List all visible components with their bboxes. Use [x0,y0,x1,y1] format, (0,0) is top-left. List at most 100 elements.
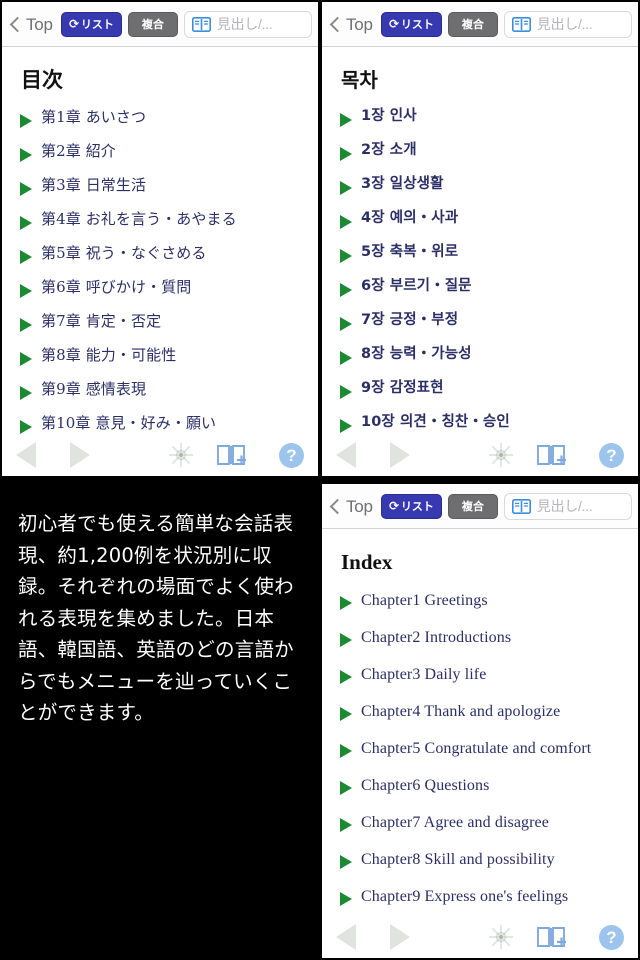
triangle-right-icon [20,318,32,333]
triangle-right-icon [340,707,352,722]
list-item[interactable]: 2장 소개 [322,141,638,175]
list-item-label: 4장 예의・사과 [361,210,459,226]
content-kr: 목차 1장 인사 2장 소개 3장 일상생활 4장 예의・사과 5장 축복・위로… [322,47,638,476]
top-toolbar-jp: Top ⟲ リスト 複合 見出し/... [2,2,318,47]
back-button[interactable]: Top [328,16,375,33]
list-item[interactable]: Chapter8 Skill and possibility [322,849,638,886]
list-item[interactable]: 6장 부르기・질문 [322,277,638,311]
multi-button[interactable]: 複合 [447,493,498,519]
triangle-right-icon [340,596,352,611]
list-button[interactable]: ⟲ リスト [380,11,442,37]
list-item[interactable]: Chapter2 Introductions [322,627,638,664]
description-text: 初心者でも使える簡単な会話表現、約1,200例を状況別に収録。それぞれの場面でよ… [18,512,294,725]
list-item[interactable]: 第5章 祝う・なぐさめる [2,244,318,278]
list-item-label: Chapter5 Congratulate and comfort [361,740,592,758]
list-item[interactable]: 8장 능력・가능성 [322,345,638,379]
list-item-label: 10장 의견・칭찬・승인 [361,414,510,430]
back-button[interactable]: Top [8,16,55,33]
refresh-arrow-icon: ⟲ [388,499,399,513]
triangle-right-icon [20,182,32,197]
multi-button[interactable]: 複合 [127,11,178,37]
chevron-left-icon [329,498,346,514]
list-item[interactable]: 第8章 能力・可能性 [2,346,318,380]
back-button[interactable]: Top [328,498,375,515]
list-item[interactable]: 第7章 肯定・否定 [2,312,318,346]
triangle-right-icon [20,250,32,265]
list-item[interactable]: Chapter9 Express one's feelings [322,886,638,923]
list-item[interactable]: Chapter6 Questions [322,775,638,812]
list-item-label: Chapter2 Introductions [361,629,512,647]
list-item[interactable]: 10장 의견・칭찬・승인 [322,413,638,447]
triangle-right-icon [20,420,32,435]
list-item-label: 3장 일상생활 [361,176,444,192]
list-item[interactable]: 第4章 お礼を言う・あやまる [2,210,318,244]
panel-japanese: Top ⟲ リスト 複合 見出し/... 目次 第1章 あいさつ 第2章 紹介 … [2,2,318,476]
list-item[interactable]: 第9章 感情表現 [2,380,318,414]
panel-english: Top ⟲ リスト 複合 見出し/... Index Chapter1 Gree… [322,484,638,958]
multi-button-label: 複合 [141,19,164,31]
content-en: Index Chapter1 Greetings Chapter2 Introd… [322,529,638,958]
list-item[interactable]: 1장 인사 [322,107,638,141]
ship-wheel-icon [488,924,514,950]
triangle-right-icon [340,892,352,907]
refresh-arrow-icon: ⟲ [68,17,79,31]
triangle-right-icon [340,113,352,127]
triangle-right-icon [20,148,32,163]
triangle-right-icon [20,216,32,231]
list-button-label: リスト [400,19,434,31]
multi-button[interactable]: 複合 [447,11,498,37]
list-item[interactable]: 第6章 呼びかけ・質問 [2,278,318,312]
screenshot-root: Top ⟲ リスト 複合 見出し/... 目次 第1章 あいさつ 第2章 紹介 … [0,0,640,960]
list-item[interactable]: 3장 일상생활 [322,175,638,209]
help-button[interactable]: ? [578,924,624,950]
triangle-right-icon [340,215,352,229]
list-item-label: Chapter7 Agree and disagree [361,814,549,832]
list-item-label: Chapter1 Greetings [361,592,488,610]
triangle-right-icon [340,317,352,331]
settings-button[interactable] [478,924,524,950]
triangle-left-icon [336,924,356,950]
list-item[interactable]: Chapter4 Thank and apologize [322,701,638,738]
triangle-right-icon [20,386,32,401]
list-item[interactable]: 4장 예의・사과 [322,209,638,243]
triangle-right-icon [340,781,352,796]
triangle-right-icon [340,385,352,399]
next-button[interactable] [390,924,444,950]
triangle-right-icon [340,670,352,685]
triangle-right-icon [340,818,352,833]
list-item[interactable]: Chapter3 Daily life [322,664,638,701]
list-item[interactable]: 7장 긍정・부정 [322,311,638,345]
back-button-label: Top [346,496,373,516]
question-mark-icon: ? [599,924,624,950]
list-item[interactable]: 第1章 あいさつ [2,108,318,142]
list-item[interactable]: 9장 감정표현 [322,379,638,413]
search-input[interactable]: 見出し/... [503,10,632,38]
triangle-right-icon [340,855,352,870]
search-input[interactable]: 見出し/... [503,492,632,520]
list-button[interactable]: ⟲ リスト [380,493,442,519]
prev-button[interactable] [336,924,390,950]
page-title-en: Index [341,550,393,574]
list-item[interactable]: Chapter7 Agree and disagree [322,812,638,849]
list-item-label: Chapter6 Questions [361,777,490,795]
book-plus-icon [536,927,566,947]
list-button[interactable]: ⟲ リスト [60,11,122,37]
back-button-label: Top [346,14,373,34]
add-bookmark-button[interactable] [524,924,578,950]
list-item-label: 9장 감정표현 [361,380,444,396]
list-item[interactable]: Chapter1 Greetings [322,590,638,627]
page-title-jp: 目次 [21,68,63,92]
top-toolbar-en: Top ⟲ リスト 複合 見出し/... [322,484,638,529]
list-item[interactable]: 第2章 紹介 [2,142,318,176]
list-item[interactable]: Chapter5 Congratulate and comfort [322,738,638,775]
search-input[interactable]: 見出し/... [183,10,312,38]
page-title-kr: 목차 [341,68,378,92]
top-toolbar-kr: Top ⟲ リスト 複合 見出し/... [322,2,638,47]
list-item[interactable]: 第3章 日常生活 [2,176,318,210]
list-item[interactable]: 第10章 意見・好み・願い [2,414,318,448]
open-book-icon [191,16,211,32]
list-item-label: Chapter4 Thank and apologize [361,703,561,721]
list-item-label: 8장 능력・가능성 [361,346,472,362]
list-item-label: 5장 축복・위로 [361,244,459,260]
list-item[interactable]: 5장 축복・위로 [322,243,638,277]
